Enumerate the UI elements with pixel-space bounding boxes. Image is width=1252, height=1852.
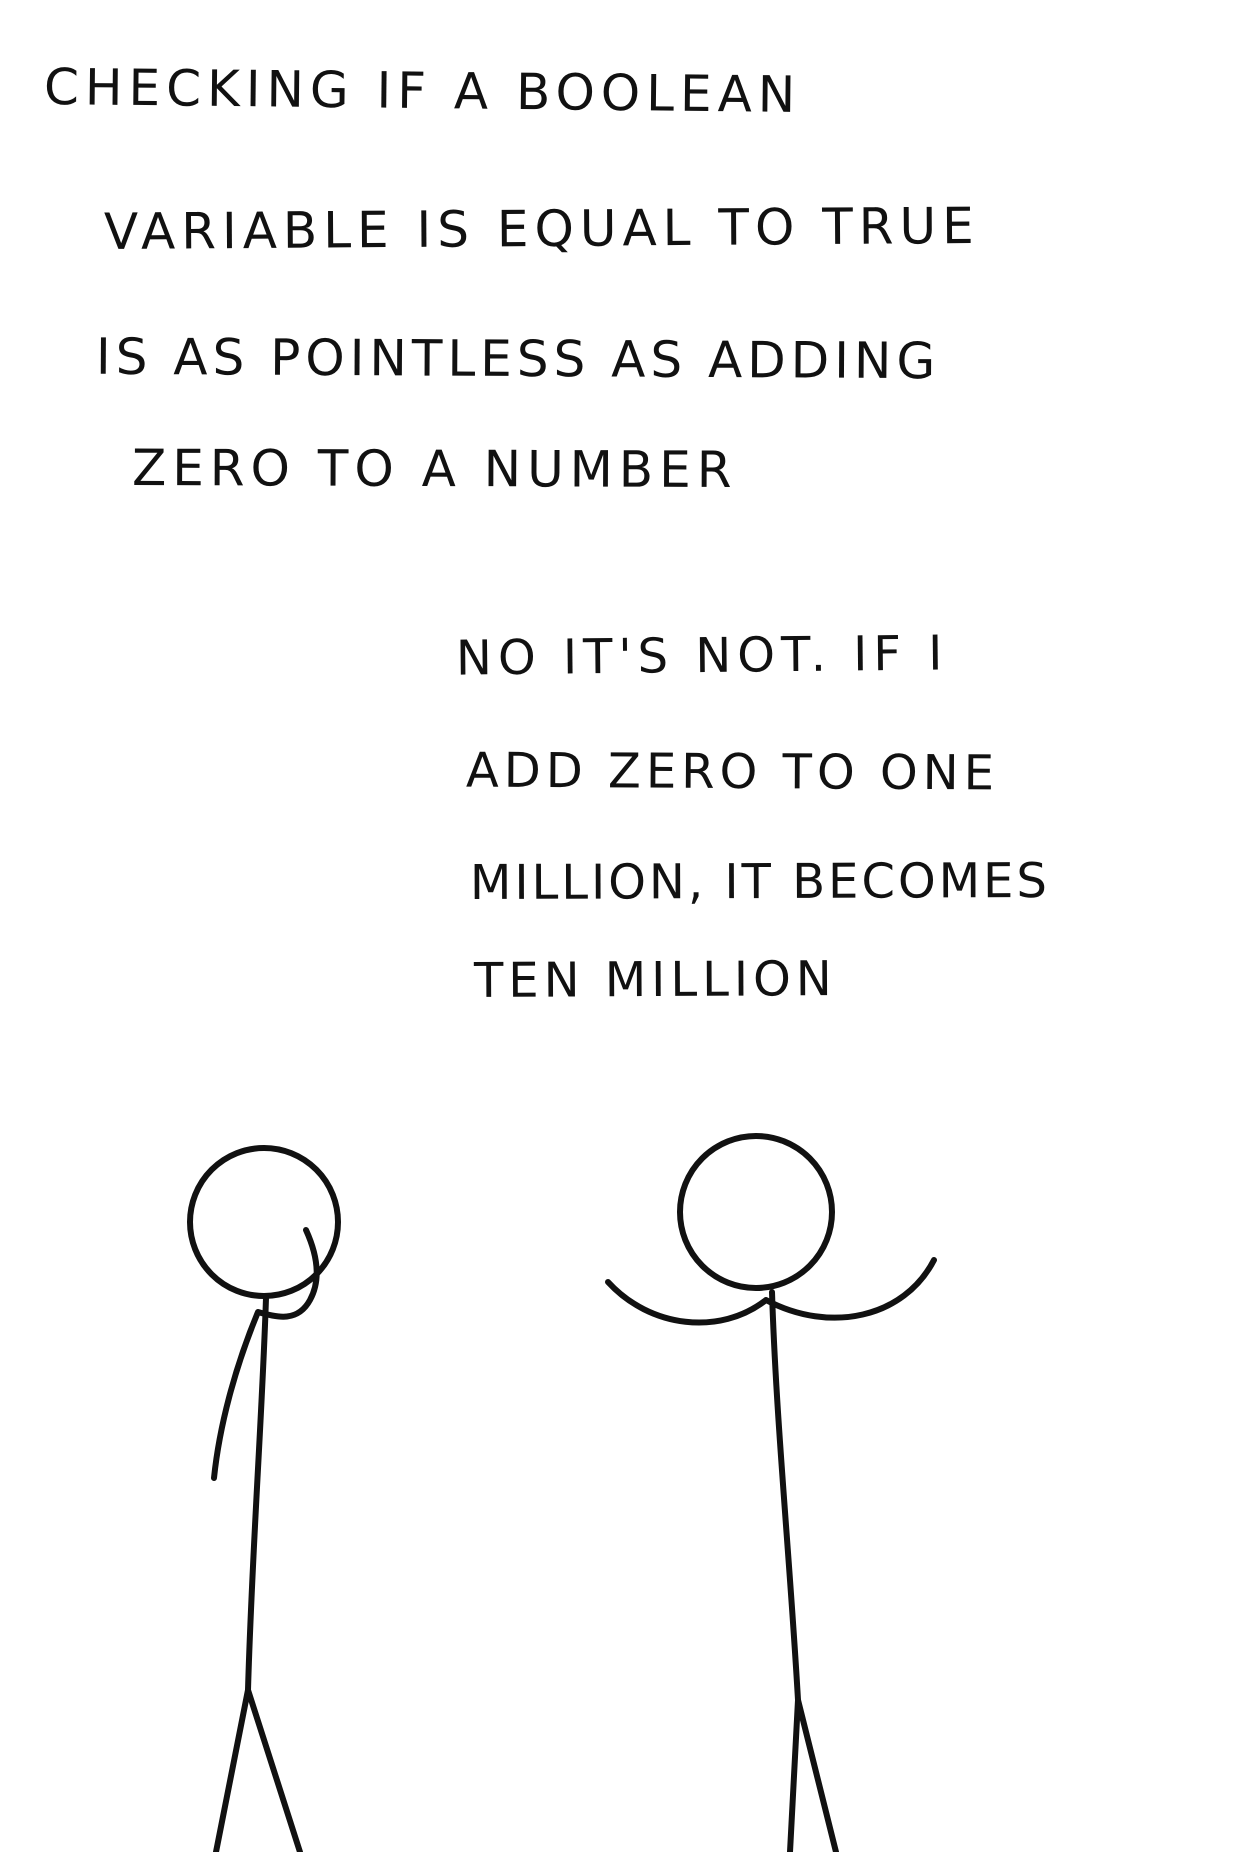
right-figure-head xyxy=(677,1133,835,1291)
right-figure-body xyxy=(769,1289,801,1703)
left-figure-body xyxy=(245,1295,269,1693)
stick-figures xyxy=(187,1133,937,1852)
right-figure-legs xyxy=(787,1697,839,1852)
left-figure-legs xyxy=(213,1687,303,1852)
left-stick-figure xyxy=(187,1145,341,1852)
right-stick-figure xyxy=(605,1133,937,1852)
comic-panel: CHECKING IF A BOOLEAN VARIABLE IS EQUAL … xyxy=(0,0,1252,1852)
